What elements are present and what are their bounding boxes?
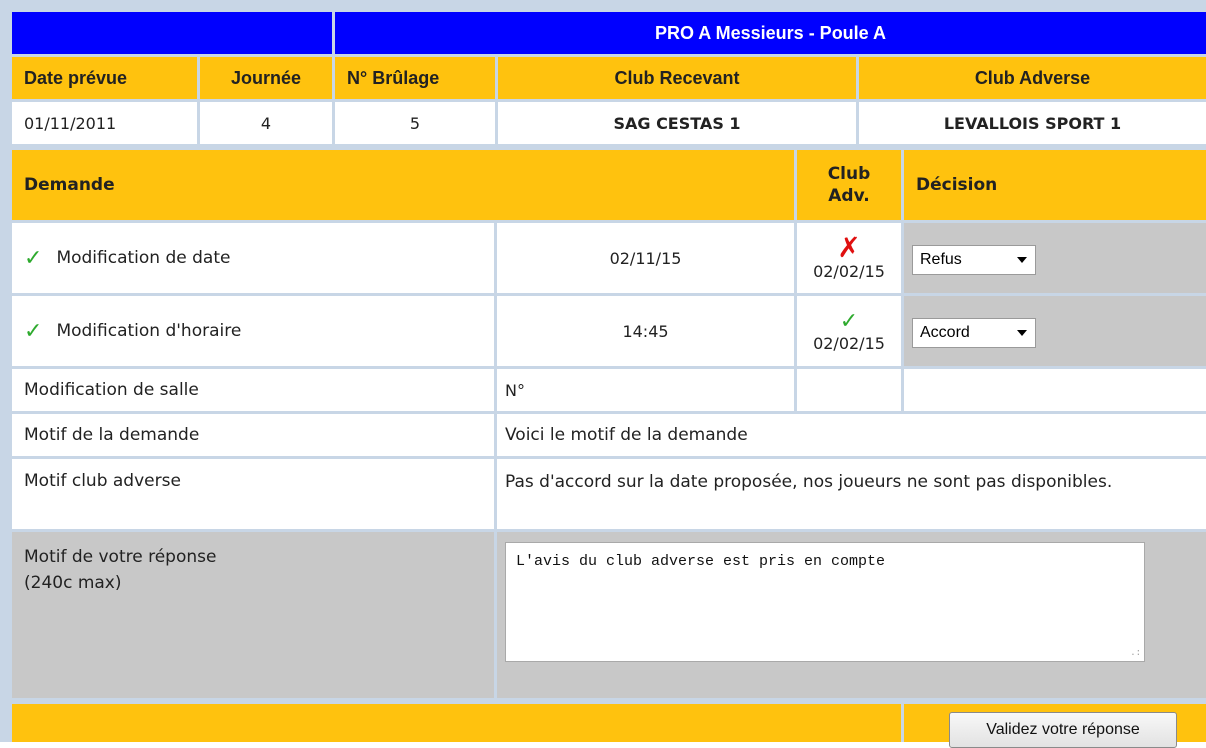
club-adv-cell: ✗ 02/02/15: [797, 223, 901, 293]
green-check-icon: ✓: [24, 318, 43, 344]
motif-reponse-label-cell: Motif de votre réponse (240c max): [12, 532, 494, 698]
motif-demande-value: Voici le motif de la demande: [497, 414, 1206, 456]
page-title: PRO A Messieurs - Poule A: [335, 12, 1206, 54]
club-adv-date: 02/02/15: [813, 261, 885, 281]
match-brulage: 5: [335, 102, 495, 144]
col-header-journee: Journée: [200, 57, 332, 99]
chevron-down-icon: [1017, 257, 1027, 263]
request-label: Modification de date: [56, 248, 231, 268]
col-header-demande: Demande: [12, 150, 794, 220]
green-check-icon: ✓: [24, 245, 43, 271]
motif-demande-label: Motif de la demande: [12, 414, 494, 456]
motif-reponse-label: Motif de votre réponse: [24, 547, 217, 567]
decision-select-date[interactable]: Refus: [912, 245, 1036, 275]
motif-reponse-textarea[interactable]: L'avis du club adverse est pris en compt…: [505, 542, 1145, 662]
request-label: Modification d'horaire: [56, 321, 242, 341]
request-row-date-label-cell: ✓ Modification de date: [12, 223, 494, 293]
decision-select-value: Accord: [920, 324, 970, 341]
col-header-club-recevant: Club Recevant: [498, 57, 856, 99]
match-club-recevant: SAG CESTAS 1: [498, 102, 856, 144]
motif-adverse-value: Pas d'accord sur la date proposée, nos j…: [497, 459, 1206, 529]
decision-select-value: Refus: [920, 251, 962, 268]
motif-adverse-label: Motif club adverse: [12, 459, 494, 529]
request-value: 02/11/15: [497, 223, 794, 293]
match-journee: 4: [200, 102, 332, 144]
title-spacer: [12, 12, 332, 54]
submit-button[interactable]: Validez votre réponse: [949, 712, 1177, 748]
motif-reponse-hint: (240c max): [24, 573, 122, 593]
decision-cell: [904, 369, 1206, 411]
request-label: Modification de salle: [12, 369, 494, 411]
motif-reponse-text: L'avis du club adverse est pris en compt…: [516, 553, 886, 570]
footer-bar: [12, 704, 901, 742]
col-header-date: Date prévue: [12, 57, 197, 99]
col-header-club-adv: Club Adv.: [797, 150, 901, 220]
match-date: 01/11/2011: [12, 102, 197, 144]
col-header-decision: Décision: [904, 150, 1206, 220]
col-header-brulage: N° Brûlage: [335, 57, 495, 99]
red-cross-icon: ✗: [837, 230, 861, 264]
request-row-time-label-cell: ✓ Modification d'horaire: [12, 296, 494, 366]
club-adv-cell: ✓ 02/02/15: [797, 296, 901, 366]
club-adv-date: 02/02/15: [813, 334, 885, 353]
match-club-adverse: LEVALLOIS SPORT 1: [859, 102, 1206, 144]
chevron-down-icon: [1017, 330, 1027, 336]
col-header-club-adverse: Club Adverse: [859, 57, 1206, 99]
decision-select-time[interactable]: Accord: [912, 318, 1036, 348]
resize-grip-icon[interactable]: .:: [1130, 649, 1141, 658]
page-frame: PRO A Messieurs - Poule A Date prévue Jo…: [0, 0, 1206, 748]
request-value: 14:45: [497, 296, 794, 366]
request-value: N°: [497, 369, 794, 411]
club-adv-cell: [797, 369, 901, 411]
green-check-icon: ✓: [839, 309, 859, 334]
